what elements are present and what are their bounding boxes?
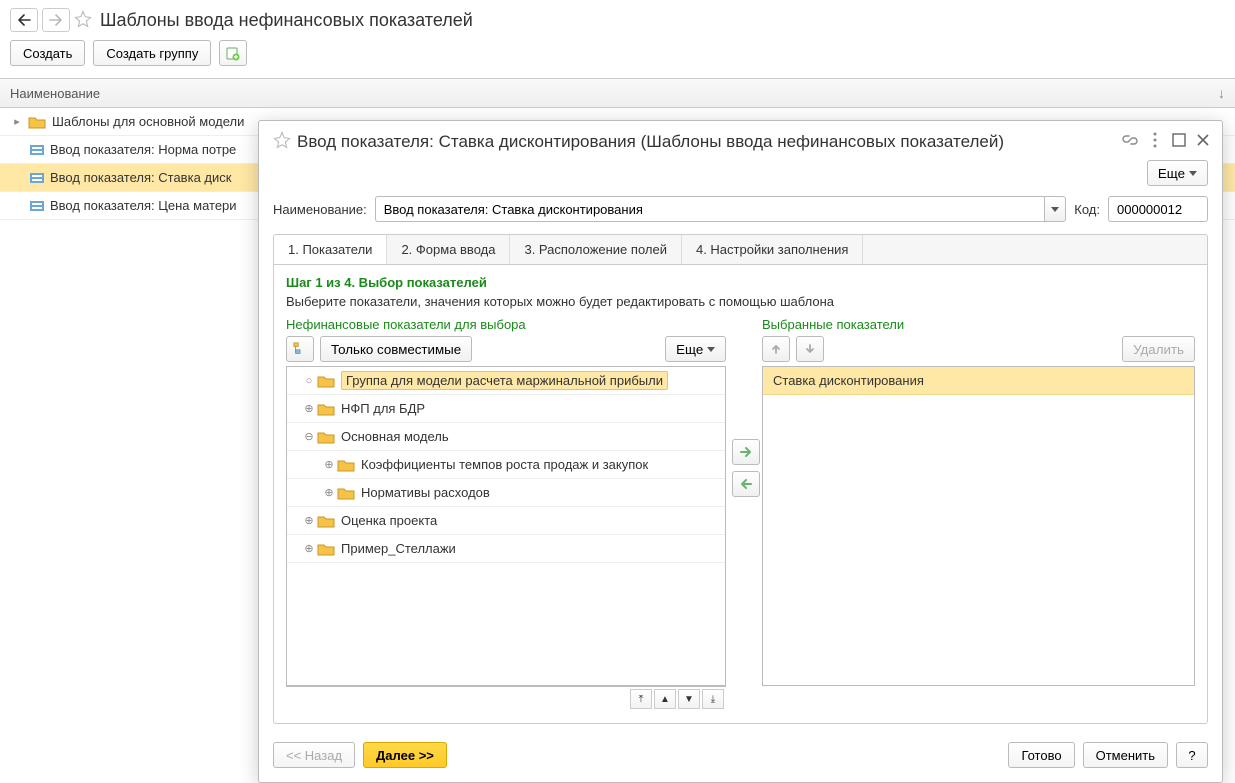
folder-icon xyxy=(28,115,46,129)
tree-node-label: Группа для модели расчета маржинальной п… xyxy=(341,371,668,390)
page-title: Шаблоны ввода нефинансовых показателей xyxy=(100,10,473,31)
tree-node[interactable]: ⊕ Нормативы расходов xyxy=(287,479,725,507)
sort-indicator-icon: ↓ xyxy=(1218,85,1225,101)
step-title: Шаг 1 из 4. Выбор показателей xyxy=(286,275,1195,290)
delete-button[interactable]: Удалить xyxy=(1122,336,1195,362)
tree-node-label: Коэффициенты темпов роста продаж и закуп… xyxy=(361,457,648,472)
expand-toggle-icon[interactable]: ⊕ xyxy=(301,514,317,527)
next-button[interactable]: Далее >> xyxy=(363,742,447,768)
cancel-button[interactable]: Отменить xyxy=(1083,742,1168,768)
expand-toggle-icon[interactable]: ⊖ xyxy=(301,430,317,443)
tree-node[interactable]: ○ Группа для модели расчета маржинальной … xyxy=(287,367,725,395)
grid-column-header[interactable]: Наименование ↓ xyxy=(0,78,1235,108)
more-vert-icon[interactable] xyxy=(1148,132,1162,151)
create-group-button[interactable]: Создать группу xyxy=(93,40,211,66)
tree-nav-top-button[interactable]: ⤒ xyxy=(630,689,652,709)
expand-toggle-icon[interactable]: ⊕ xyxy=(321,458,337,471)
only-compatible-button[interactable]: Только совместимые xyxy=(320,336,472,362)
name-input[interactable] xyxy=(375,196,1045,222)
chevron-down-icon xyxy=(707,347,715,352)
expand-toggle-icon[interactable]: ⊕ xyxy=(301,542,317,555)
move-left-button[interactable] xyxy=(732,471,760,497)
nav-forward-button[interactable] xyxy=(42,8,70,32)
tree-node[interactable]: ⊕ НФП для БДР xyxy=(287,395,725,423)
tree-node-label: Основная модель xyxy=(341,429,449,444)
move-right-button[interactable] xyxy=(732,439,760,465)
dialog-title: Ввод показателя: Ставка дисконтирования … xyxy=(297,132,1122,152)
move-down-button[interactable] xyxy=(796,336,824,362)
tree-node[interactable]: ⊖ Основная модель xyxy=(287,423,725,451)
tree-nav-bottom-button[interactable]: ⤓ xyxy=(702,689,724,709)
expand-toggle-icon[interactable]: ○ xyxy=(301,375,317,387)
more-small-button[interactable]: Еще xyxy=(665,336,726,362)
code-input[interactable] xyxy=(1108,196,1208,222)
selected-section-title: Выбранные показатели xyxy=(762,317,1195,332)
selected-item[interactable]: Ставка дисконтирования xyxy=(763,367,1194,395)
tree-node[interactable]: ⊕ Оценка проекта xyxy=(287,507,725,535)
name-label: Наименование: xyxy=(273,202,367,217)
back-button[interactable]: << Назад xyxy=(273,742,355,768)
chevron-down-icon xyxy=(1189,171,1197,176)
more-menu-button[interactable]: Еще xyxy=(1147,160,1208,186)
favorite-star-icon[interactable] xyxy=(273,131,291,152)
item-icon xyxy=(30,145,44,155)
tab-strip: 1. Показатели 2. Форма ввода 3. Располож… xyxy=(273,234,1208,265)
available-tree[interactable]: ○ Группа для модели расчета маржинальной … xyxy=(286,366,726,686)
step-subtitle: Выберите показатели, значения которых мо… xyxy=(286,294,1195,309)
tree-node-label: Нормативы расходов xyxy=(361,485,490,500)
tab-field-layout[interactable]: 3. Расположение полей xyxy=(510,235,682,264)
available-section-title: Нефинансовые показатели для выбора xyxy=(286,317,726,332)
hierarchy-icon-button[interactable] xyxy=(286,336,314,362)
selected-list[interactable]: Ставка дисконтирования xyxy=(762,366,1195,686)
done-button[interactable]: Готово xyxy=(1008,742,1074,768)
tree-node[interactable]: ⊕ Коэффициенты темпов роста продаж и заку… xyxy=(287,451,725,479)
move-up-button[interactable] xyxy=(762,336,790,362)
nav-back-button[interactable] xyxy=(10,8,38,32)
tree-node-label: НФП для БДР xyxy=(341,401,425,416)
expand-toggle-icon[interactable]: ▸ xyxy=(10,115,24,128)
item-icon xyxy=(30,201,44,211)
maximize-icon[interactable] xyxy=(1172,133,1186,150)
tree-node-label: Пример_Стеллажи xyxy=(341,541,456,556)
favorite-star-icon[interactable] xyxy=(74,10,92,31)
tree-nav-up-button[interactable]: ▲ xyxy=(654,689,676,709)
name-dropdown-button[interactable] xyxy=(1044,196,1066,222)
refresh-icon-button[interactable] xyxy=(219,40,247,66)
item-icon xyxy=(30,173,44,183)
tab-indicators[interactable]: 1. Показатели xyxy=(274,235,387,264)
link-icon[interactable] xyxy=(1122,132,1138,151)
create-button[interactable]: Создать xyxy=(10,40,85,66)
expand-toggle-icon[interactable]: ⊕ xyxy=(301,402,317,415)
tree-nav-down-button[interactable]: ▼ xyxy=(678,689,700,709)
tab-input-form[interactable]: 2. Форма ввода xyxy=(387,235,510,264)
close-icon[interactable] xyxy=(1196,133,1210,150)
dialog-window: Ввод показателя: Ставка дисконтирования … xyxy=(258,120,1223,783)
tree-node[interactable]: ⊕ Пример_Стеллажи xyxy=(287,535,725,563)
tree-node-label: Оценка проекта xyxy=(341,513,437,528)
code-label: Код: xyxy=(1074,202,1100,217)
tab-fill-settings[interactable]: 4. Настройки заполнения xyxy=(682,235,863,264)
help-button[interactable]: ? xyxy=(1176,742,1208,768)
expand-toggle-icon[interactable]: ⊕ xyxy=(321,486,337,499)
